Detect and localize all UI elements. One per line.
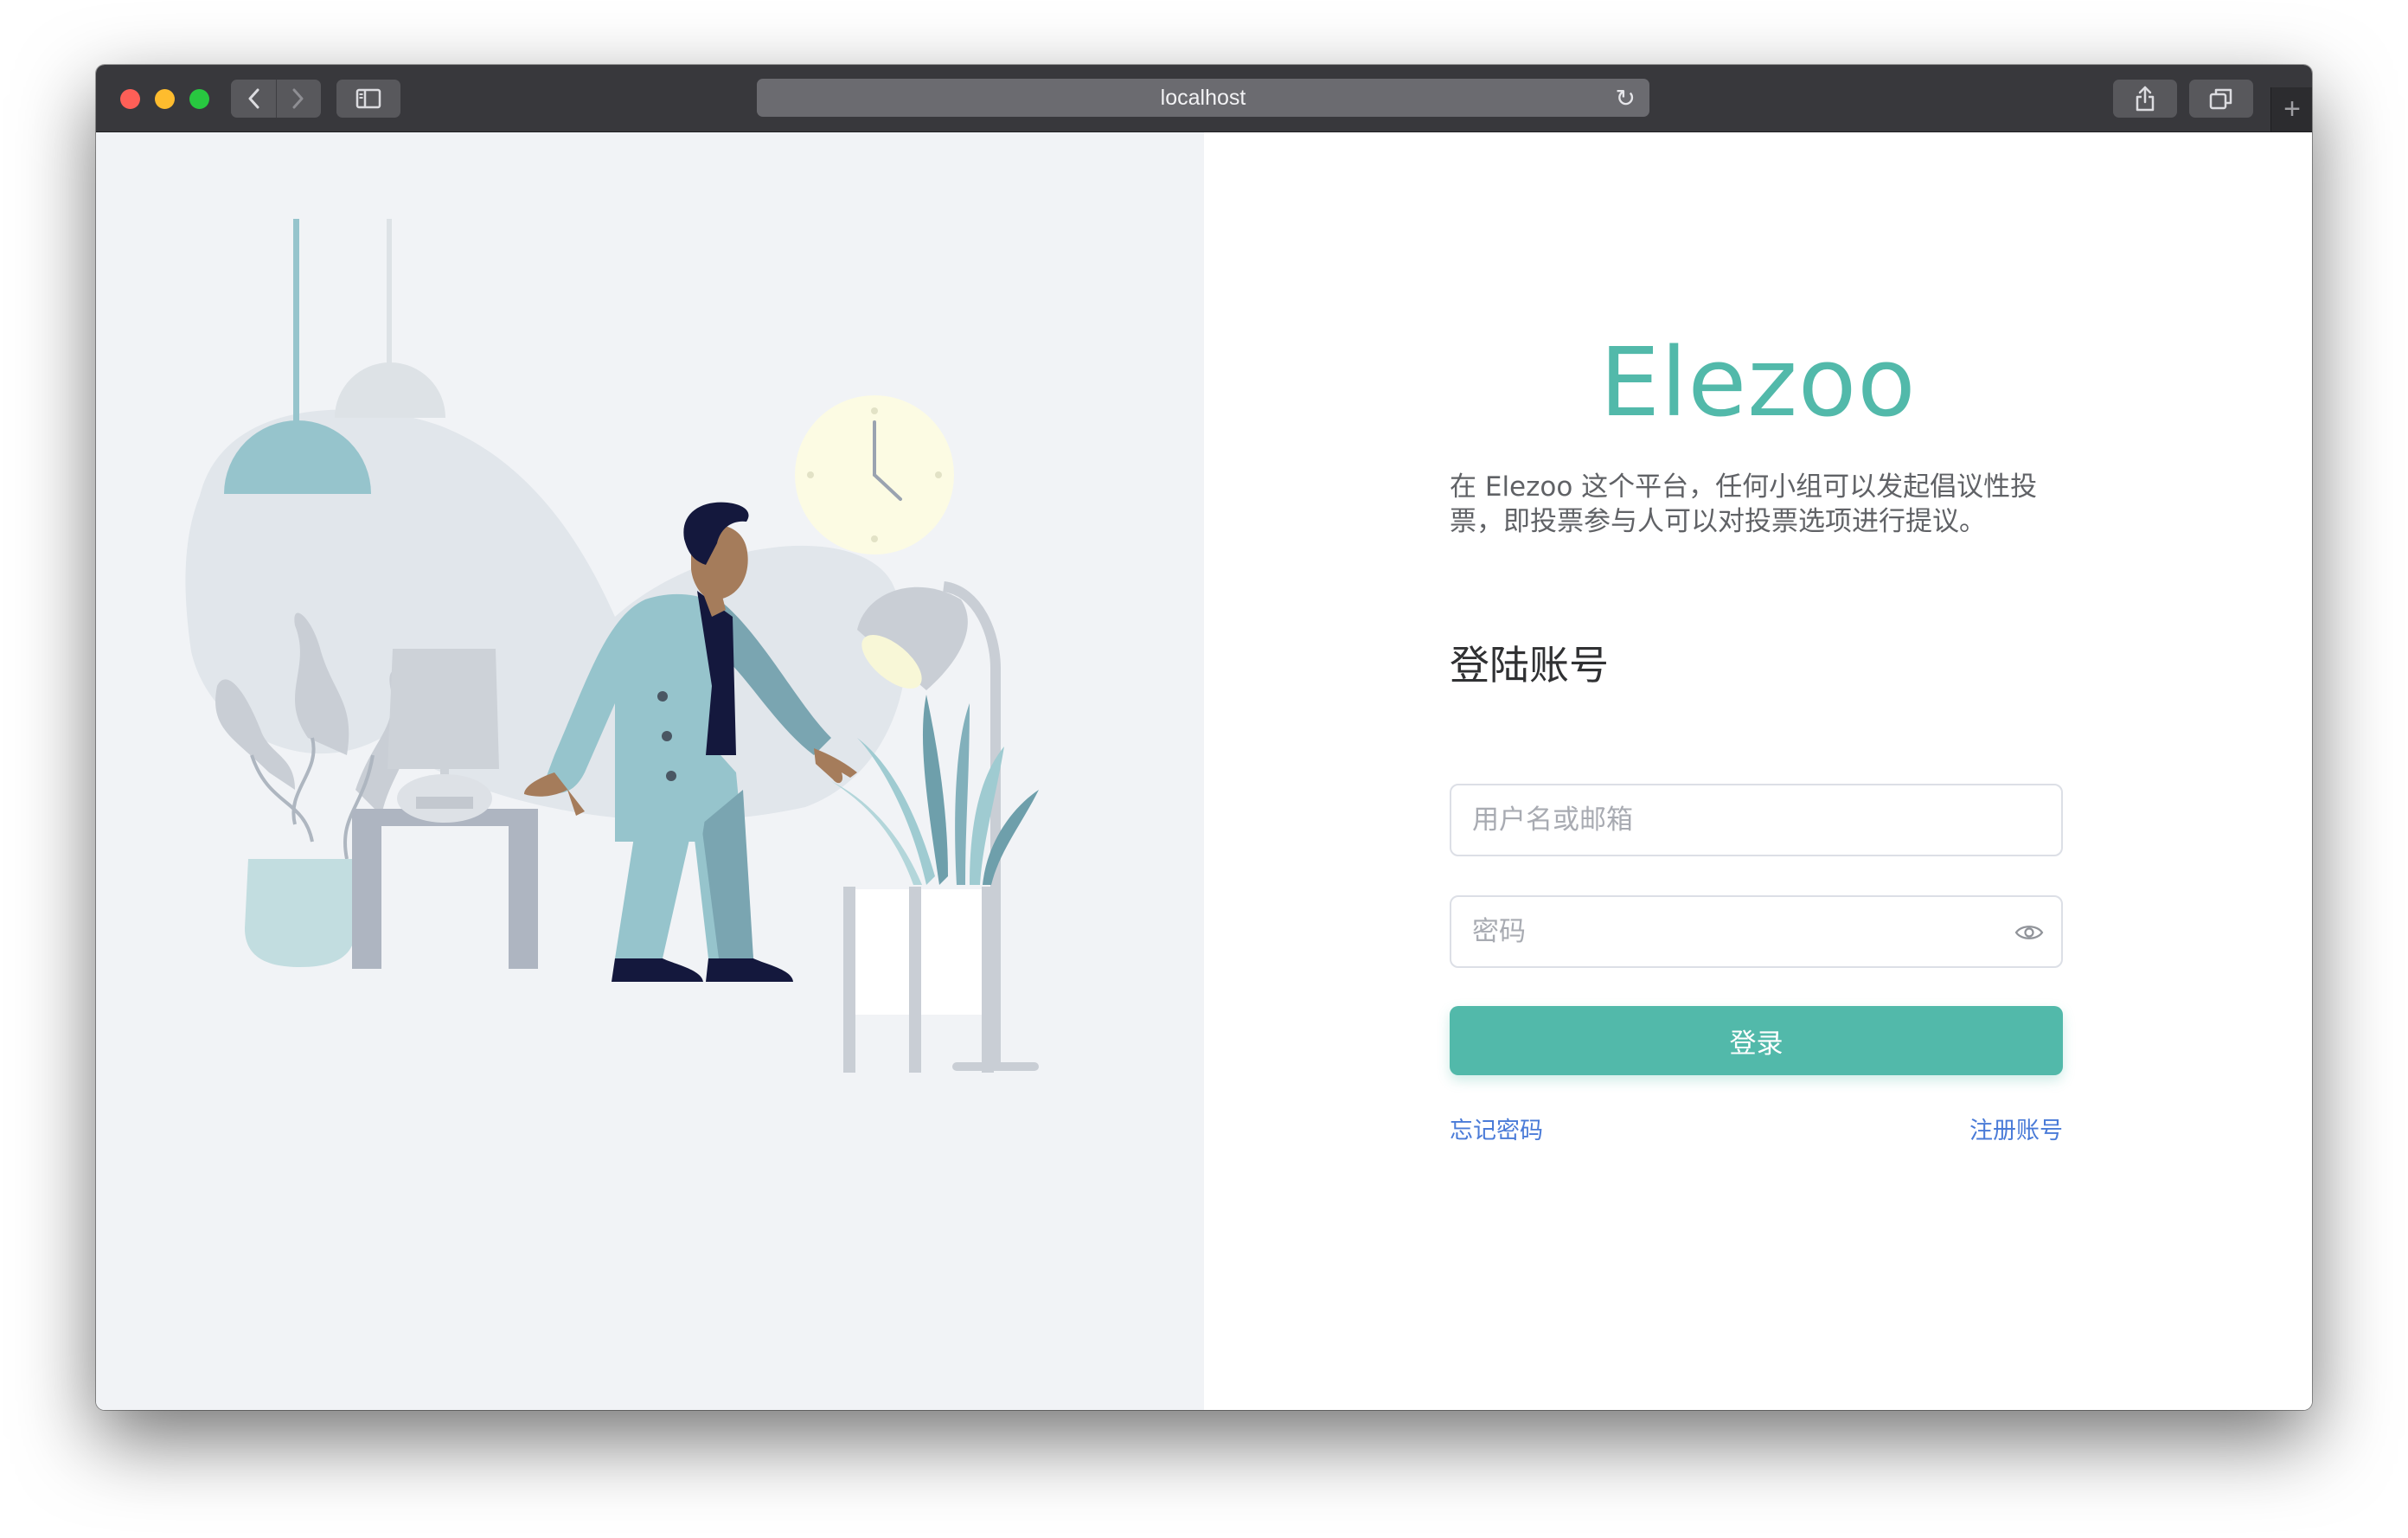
navigation-buttons [231, 80, 321, 118]
wall-clock [795, 395, 954, 554]
plant-stand [843, 887, 994, 1073]
browser-window: localhost ↻ + Elezoo 在 Elezoo 这个平台，任何小组可… [96, 65, 2312, 1410]
share-button[interactable] [2113, 80, 2177, 118]
maximize-window-button[interactable] [189, 89, 209, 109]
illustration-panel [96, 132, 1204, 1410]
forgot-password-link[interactable]: 忘记密码 [1450, 1112, 1543, 1145]
chevron-left-icon [248, 88, 259, 109]
side-table [352, 809, 538, 969]
address-bar[interactable]: localhost ↻ [757, 79, 1649, 117]
register-link[interactable]: 注册账号 [1969, 1112, 2063, 1145]
login-heading: 登陆账号 [1450, 642, 1609, 689]
minimize-window-button[interactable] [155, 89, 175, 109]
share-icon [2136, 86, 2155, 112]
pendant-lamp-front [224, 219, 371, 494]
plus-icon: + [2283, 93, 2301, 125]
back-button[interactable] [231, 80, 276, 118]
office-illustration [185, 219, 1039, 1073]
tabs-icon [2209, 88, 2232, 110]
sidebar-icon [355, 88, 381, 109]
username-input[interactable] [1451, 785, 2061, 855]
pendant-lamp-back [335, 219, 445, 418]
username-field [1450, 784, 2063, 856]
reload-icon[interactable]: ↻ [1616, 79, 1636, 117]
login-button[interactable]: 登录 [1450, 1006, 2063, 1075]
brand-title: Elezoo [1599, 327, 1917, 438]
platform-intro: 在 Elezoo 这个平台，任何小组可以发起倡议性投票，即投票参与人可以对投票选… [1450, 471, 2038, 537]
table-lamp [387, 649, 499, 823]
password-field [1450, 895, 2063, 968]
page-content: Elezoo 在 Elezoo 这个平台，任何小组可以发起倡议性投票，即投票参与… [96, 132, 2312, 1410]
eye-icon[interactable] [2014, 921, 2044, 944]
forward-button[interactable] [276, 80, 321, 118]
login-panel: Elezoo 在 Elezoo 这个平台，任何小组可以发起倡议性投票，即投票参与… [1204, 132, 2312, 1410]
chevron-right-icon [292, 88, 304, 109]
sidebar-toggle-button[interactable] [336, 80, 400, 118]
browser-toolbar: localhost ↻ + [96, 65, 2312, 132]
address-text: localhost [1160, 85, 1246, 110]
new-tab-button[interactable]: + [2270, 87, 2312, 131]
close-window-button[interactable] [120, 89, 140, 109]
password-input[interactable] [1451, 897, 2061, 966]
tab-overview-button[interactable] [2189, 80, 2253, 118]
